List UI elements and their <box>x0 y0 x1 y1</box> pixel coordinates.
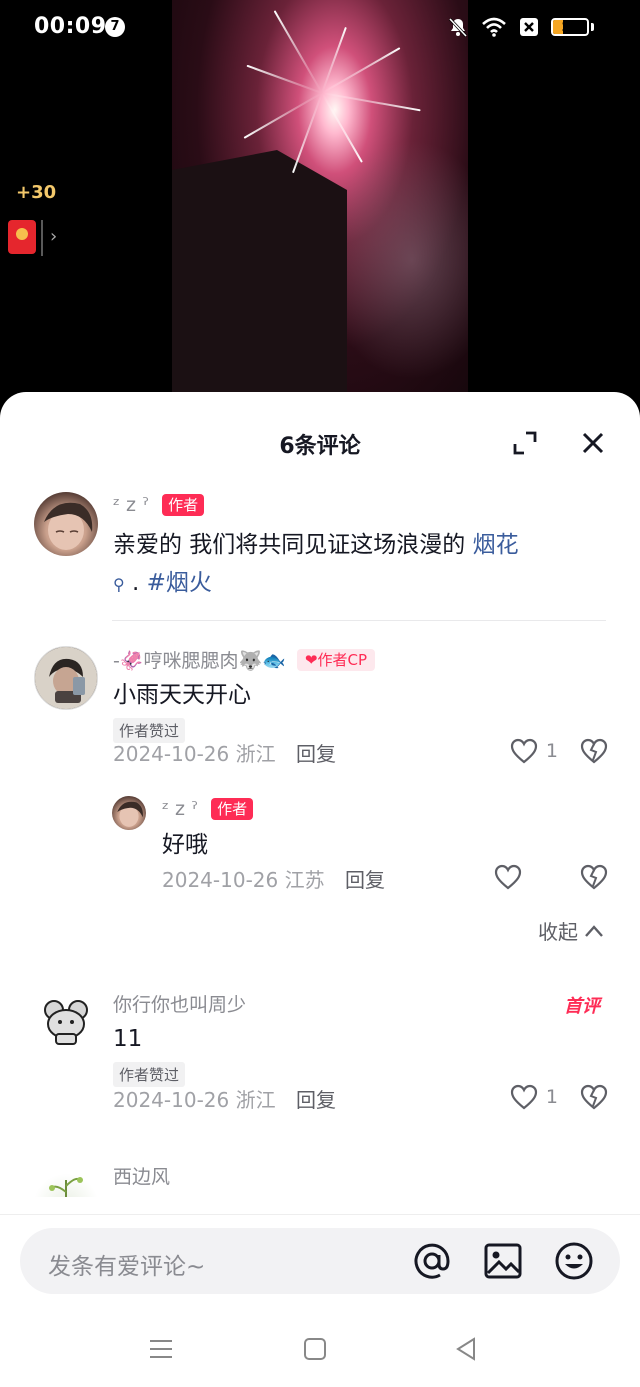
bell-muted-icon <box>448 17 468 38</box>
reply-meta: 2024-10-26 江苏 回复 <box>162 864 385 893</box>
caption-divider <box>112 620 606 621</box>
caption-username[interactable]: ᶻ z ˀ <box>113 494 149 516</box>
firework-spark <box>321 92 363 163</box>
hashtag-fireworks-2[interactable]: #烟火 <box>147 570 212 596</box>
broken-heart-icon[interactable] <box>580 864 608 890</box>
like-count: 1 <box>545 740 558 762</box>
broken-heart-icon[interactable] <box>580 1084 608 1110</box>
avatar[interactable] <box>34 990 98 1054</box>
reply-item: ᶻ z ˀ 作者 好哦 2024-10-26 江苏 回复 <box>0 792 640 902</box>
like-button[interactable]: 1 <box>510 1084 558 1110</box>
battery-icon: 29 <box>551 18 589 36</box>
comment-location: 浙江 <box>235 1088 276 1112</box>
close-icon[interactable] <box>580 430 606 456</box>
heart-icon: ❤ <box>304 650 318 669</box>
menu-icon[interactable] <box>146 1334 176 1364</box>
avatar[interactable] <box>112 796 146 830</box>
avatar[interactable] <box>34 492 98 556</box>
author-cp-badge: ❤作者CP <box>296 648 376 671</box>
author-avatar-image <box>44 502 93 550</box>
author-badge: 作者 <box>211 798 254 820</box>
reward-widget[interactable]: +30 › <box>8 182 57 256</box>
chevron-up-icon <box>585 924 603 937</box>
first-comment-badge: 首评 <box>564 996 600 1017</box>
reply-actions <box>494 864 608 890</box>
wifi-icon <box>482 17 506 37</box>
at-mention-icon[interactable] <box>412 1241 452 1281</box>
like-button[interactable]: 1 <box>510 738 558 764</box>
comment-input-bar[interactable]: 发条有爱评论~ <box>20 1228 620 1294</box>
like-count: 1 <box>545 1086 558 1108</box>
like-button[interactable] <box>494 864 530 890</box>
battery-level: 29 <box>561 20 579 34</box>
firework-spark <box>243 92 323 139</box>
commenter-username[interactable]: 你行你也叫周少 <box>113 990 246 1017</box>
comment-actions: 1 <box>510 738 608 764</box>
broken-heart-icon[interactable] <box>580 738 608 764</box>
collapse-replies-button[interactable]: 收起 <box>538 916 604 945</box>
expand-icon[interactable] <box>512 430 538 456</box>
commenter-username[interactable]: 西边风 <box>113 1162 170 1189</box>
author-avatar-image <box>117 801 143 827</box>
reply-button[interactable]: 回复 <box>345 868 385 892</box>
author-badge: 作者 <box>162 494 205 516</box>
mouse-cartoon-avatar <box>44 1000 88 1045</box>
red-envelope-icon[interactable] <box>8 220 36 254</box>
search-icon[interactable]: ⚲ <box>113 575 125 594</box>
battery-tip <box>591 23 594 31</box>
comment-item: 你行你也叫周少 首评 11 作者赞过 2024-10-26 浙江 回复 1 <box>0 990 640 1130</box>
comments-count-title: 6条评论 <box>279 434 361 459</box>
commenter-username[interactable]: -🦑哼咪腮腮肉🐺🐟 <box>113 646 286 673</box>
emoji-icon[interactable] <box>554 1241 594 1281</box>
reply-username[interactable]: ᶻ z ˀ <box>162 798 198 820</box>
firework-spark <box>291 92 323 174</box>
back-icon[interactable] <box>452 1334 482 1364</box>
comment-location: 浙江 <box>235 742 276 766</box>
comment-meta: 2024-10-26 浙江 回复 <box>113 738 336 767</box>
comment-meta: 2024-10-26 浙江 回复 <box>113 1084 336 1113</box>
comment-item: -🦑哼咪腮腮肉🐺🐟 ❤作者CP 小雨天天开心 作者赞过 2024-10-26 浙… <box>0 644 640 944</box>
reply-button[interactable]: 回复 <box>296 742 336 766</box>
reply-location: 江苏 <box>284 868 325 892</box>
caption-text-part-1: 亲爱的 我们将共同见证这场浪漫的 <box>113 532 473 558</box>
status-time: 00:09 <box>34 14 107 39</box>
comment-date: 2024-10-26 <box>113 742 230 766</box>
status-icons: 29 <box>447 16 594 38</box>
comment-text: 小雨天天开心 <box>113 682 251 708</box>
comment-text: 11 <box>113 1026 143 1052</box>
video-player[interactable]: 00:09 7 29 +30 › <box>0 0 640 400</box>
reply-date: 2024-10-26 <box>162 868 279 892</box>
image-icon[interactable] <box>483 1241 523 1281</box>
firework-spark <box>246 64 323 94</box>
input-divider <box>0 1214 640 1215</box>
chevron-right-icon[interactable]: › <box>50 226 57 247</box>
notification-count-badge: 7 <box>105 17 125 37</box>
system-navigation-bar <box>0 1322 640 1382</box>
reward-divider <box>41 220 43 256</box>
firework-spark <box>321 92 421 112</box>
status-bar: 00:09 7 29 <box>0 0 640 56</box>
video-caption: ᶻ z ˀ 作者 亲爱的 我们将共同见证这场浪漫的 烟花 ⚲ . #烟火 <box>0 492 640 622</box>
comment-actions: 1 <box>510 1084 608 1110</box>
reward-count: +30 <box>16 182 57 203</box>
caption-text-part-2: . <box>124 570 147 596</box>
heart-outline-icon <box>510 1084 538 1110</box>
avatar[interactable] <box>34 646 98 710</box>
caption-text: 亲爱的 我们将共同见证这场浪漫的 烟花 ⚲ . #烟火 <box>113 526 603 604</box>
comment-input-placeholder[interactable]: 发条有爱评论~ <box>48 1247 205 1281</box>
reply-text: 好哦 <box>162 832 208 858</box>
heart-outline-icon <box>494 864 522 890</box>
comments-sheet: 6条评论 ᶻ z ˀ 作者 亲爱的 我们将共同见证这场浪漫的 烟花 ⚲ . #烟… <box>0 392 640 1387</box>
commenter-avatar-image <box>35 647 97 709</box>
building-silhouette <box>172 150 347 392</box>
heart-outline-icon <box>510 738 538 764</box>
sim-disabled-icon <box>520 18 538 36</box>
comments-header: 6条评论 <box>0 392 640 492</box>
reply-button[interactable]: 回复 <box>296 1088 336 1112</box>
home-icon[interactable] <box>300 1334 330 1364</box>
comment-date: 2024-10-26 <box>113 1088 230 1112</box>
fireworks-video-frame <box>172 0 468 392</box>
hashtag-fireworks[interactable]: 烟花 <box>473 532 519 558</box>
